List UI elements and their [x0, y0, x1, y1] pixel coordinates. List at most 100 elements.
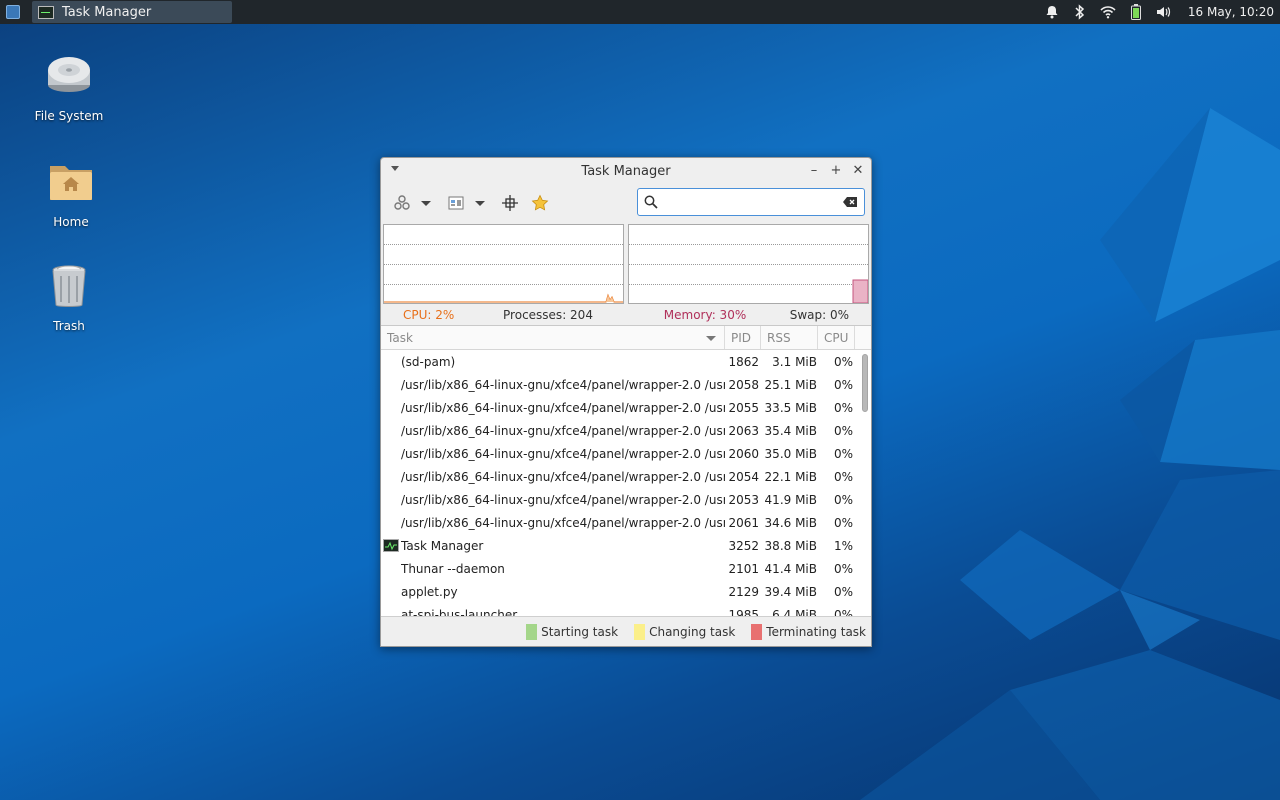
- battery-icon[interactable]: [1128, 4, 1144, 20]
- desktop-icon-trash[interactable]: Trash: [24, 262, 114, 333]
- cell-task: /usr/lib/x86_64-linux-gnu/xfce4/panel/wr…: [401, 446, 725, 461]
- cpu-usage: CPU: 2%: [403, 308, 455, 322]
- table-row[interactable]: Thunar --daemon 2101 41.4 MiB 0%: [381, 557, 871, 580]
- cell-cpu: 0%: [833, 515, 853, 530]
- table-row[interactable]: at-spi-bus-launcher 1985 6.4 MiB 0%: [381, 603, 871, 617]
- notification-bell-icon[interactable]: [1044, 4, 1060, 20]
- xfce-logo-icon: [6, 5, 20, 19]
- cell-rss: 35.4 MiB: [764, 423, 817, 438]
- gears-icon: [394, 195, 410, 210]
- search-field[interactable]: [637, 188, 865, 216]
- cell-task: at-spi-bus-launcher: [401, 607, 518, 617]
- cell-pid: 2060: [728, 446, 759, 461]
- cell-pid: 2061: [728, 515, 759, 530]
- table-header: Task PID RSS CPU: [381, 326, 871, 350]
- cell-rss: 35.0 MiB: [764, 446, 817, 461]
- search-icon: [644, 195, 658, 209]
- applications-menu-button[interactable]: [0, 0, 26, 24]
- column-header-cpu[interactable]: CPU: [818, 326, 855, 349]
- table-row[interactable]: (sd-pam) 1862 3.1 MiB 0%: [381, 350, 871, 373]
- desktop-icon-label: Home: [53, 215, 89, 229]
- window-titlebar[interactable]: Task Manager – + ✕: [381, 158, 871, 184]
- wifi-icon[interactable]: [1100, 4, 1116, 20]
- swap-usage: Swap: 0%: [789, 308, 849, 322]
- cell-rss: 3.1 MiB: [772, 354, 817, 369]
- trash-icon: [52, 265, 86, 307]
- cell-rss: 39.4 MiB: [764, 584, 817, 599]
- settings-dropdown-arrow[interactable]: [421, 200, 431, 206]
- cell-rss: 41.9 MiB: [764, 492, 817, 507]
- hard-drive-icon: [48, 57, 90, 92]
- cell-pid: 2053: [728, 492, 759, 507]
- scrollbar-thumb[interactable]: [862, 354, 868, 412]
- select-window-button[interactable]: [499, 192, 521, 214]
- cell-cpu: 0%: [833, 446, 853, 461]
- taskbar-button-task-manager[interactable]: Task Manager: [32, 1, 232, 23]
- cpu-graph: [383, 224, 624, 304]
- cell-pid: 3252: [728, 538, 759, 553]
- close-button[interactable]: ✕: [851, 162, 865, 178]
- cell-cpu: 0%: [833, 584, 853, 599]
- cell-pid: 2129: [728, 584, 759, 599]
- cell-cpu: 0%: [833, 400, 853, 415]
- column-header-task[interactable]: Task: [381, 326, 725, 349]
- table-row[interactable]: Task Manager 3252 38.8 MiB 1%: [381, 534, 871, 557]
- columns-icon: [448, 196, 464, 210]
- desktop-icon-home[interactable]: Home: [26, 158, 116, 229]
- cell-rss: 6.4 MiB: [772, 607, 817, 617]
- table-row[interactable]: /usr/lib/x86_64-linux-gnu/xfce4/panel/wr…: [381, 511, 871, 534]
- cell-task: /usr/lib/x86_64-linux-gnu/xfce4/panel/wr…: [401, 492, 725, 507]
- row-icon-placeholder: [383, 470, 401, 484]
- cell-pid: 2054: [728, 469, 759, 484]
- cell-task: /usr/lib/x86_64-linux-gnu/xfce4/panel/wr…: [401, 515, 725, 530]
- view-button[interactable]: [445, 192, 467, 214]
- desktop-icon-file-system[interactable]: File System: [24, 52, 114, 123]
- cell-pid: 2101: [728, 561, 759, 576]
- row-icon-placeholder: [383, 493, 401, 507]
- table-row[interactable]: /usr/lib/x86_64-linux-gnu/xfce4/panel/wr…: [381, 396, 871, 419]
- view-dropdown-arrow[interactable]: [475, 200, 485, 206]
- cell-cpu: 0%: [833, 492, 853, 507]
- clear-search-icon[interactable]: [842, 196, 858, 208]
- row-icon-placeholder: [383, 562, 401, 576]
- home-folder-icon: [50, 166, 92, 200]
- row-icon-placeholder: [383, 585, 401, 599]
- table-row[interactable]: /usr/lib/x86_64-linux-gnu/xfce4/panel/wr…: [381, 465, 871, 488]
- table-row[interactable]: /usr/lib/x86_64-linux-gnu/xfce4/panel/wr…: [381, 419, 871, 442]
- cell-task: /usr/lib/x86_64-linux-gnu/xfce4/panel/wr…: [401, 377, 725, 392]
- column-header-rss[interactable]: RSS: [761, 326, 818, 349]
- minimize-button[interactable]: –: [807, 162, 821, 178]
- cell-task: /usr/lib/x86_64-linux-gnu/xfce4/panel/wr…: [401, 469, 725, 484]
- window-menu-icon[interactable]: [391, 166, 399, 171]
- settings-button[interactable]: [391, 192, 413, 214]
- volume-icon[interactable]: [1156, 4, 1172, 20]
- bluetooth-icon[interactable]: [1072, 4, 1088, 20]
- table-row[interactable]: /usr/lib/x86_64-linux-gnu/xfce4/panel/wr…: [381, 373, 871, 396]
- memory-usage: Memory: 30%: [663, 308, 747, 322]
- cell-cpu: 0%: [833, 561, 853, 576]
- process-count: Processes: 204: [503, 308, 593, 322]
- cell-cpu: 0%: [833, 377, 853, 392]
- table-row[interactable]: applet.py 2129 39.4 MiB 0%: [381, 580, 871, 603]
- table-row[interactable]: /usr/lib/x86_64-linux-gnu/xfce4/panel/wr…: [381, 442, 871, 465]
- table-row[interactable]: /usr/lib/x86_64-linux-gnu/xfce4/panel/wr…: [381, 488, 871, 511]
- cell-task: Task Manager: [401, 538, 484, 553]
- cell-rss: 41.4 MiB: [764, 561, 817, 576]
- clock[interactable]: 16 May, 10:20: [1188, 5, 1274, 19]
- column-header-pid[interactable]: PID: [725, 326, 761, 349]
- changing-swatch: [634, 623, 646, 640]
- cell-cpu: 0%: [833, 607, 853, 617]
- top-panel: Task Manager 16 May, 10:20: [0, 0, 1280, 24]
- favorite-button[interactable]: [529, 192, 551, 214]
- terminating-swatch: [751, 623, 763, 640]
- cell-rss: 25.1 MiB: [764, 377, 817, 392]
- taskbar-button-label: Task Manager: [62, 4, 152, 20]
- task-manager-icon: [383, 538, 401, 553]
- cpu-graph-line: [384, 293, 623, 303]
- search-input[interactable]: [664, 195, 842, 209]
- cell-pid: 2063: [728, 423, 759, 438]
- cell-rss: 34.6 MiB: [764, 515, 817, 530]
- maximize-button[interactable]: +: [829, 162, 843, 178]
- process-table: Task PID RSS CPU (sd-pam) 1862 3.1 MiB 0% /u…: [381, 325, 871, 616]
- row-icon-placeholder: [383, 447, 401, 461]
